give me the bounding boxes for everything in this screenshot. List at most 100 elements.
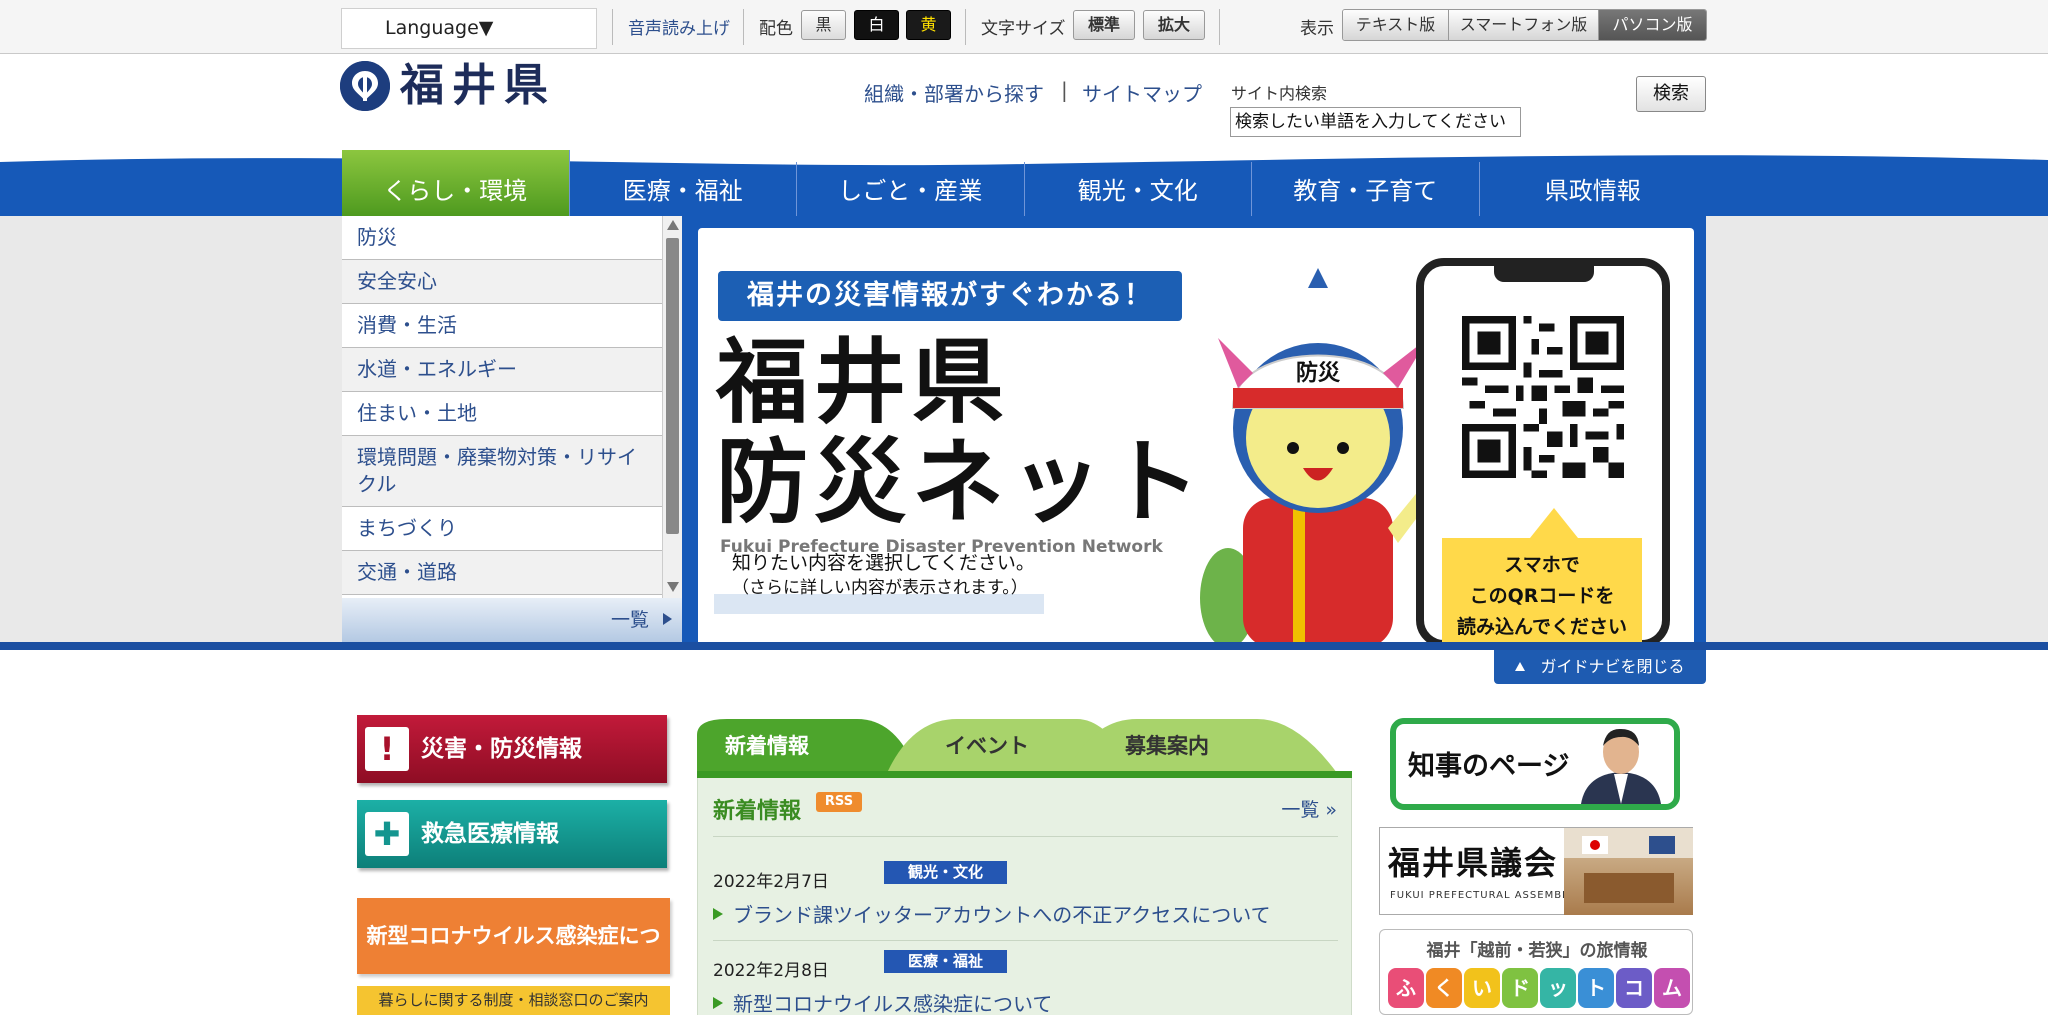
news-body: 新着情報 RSS 一覧 » 2022年2月7日 観光・文化 ブランド課ツイッター… [697, 778, 1352, 1015]
utility-bar: Language▼ 音声読み上げ 配色 黒 白 黄 文字サイズ 標準 拡大 表示… [0, 0, 2048, 54]
triangle-up-icon [1515, 662, 1526, 671]
site-search-label: サイト内検索 [1231, 84, 1328, 103]
divider [1219, 9, 1220, 45]
search-button[interactable]: 検索 [1636, 76, 1706, 112]
qr-code-icon [1462, 316, 1624, 478]
close-guide-navi-button[interactable]: ガイドナビを閉じる [1494, 650, 1706, 684]
scroll-thumb[interactable] [666, 238, 679, 534]
emergency-medical-button[interactable]: ✚ 救急医療情報 [357, 800, 667, 868]
nav-prefectural-info[interactable]: 県政情報 [1480, 162, 1707, 216]
link-separator: | [1061, 78, 1068, 102]
news-item-title: ブランド課ツイッターアカウントへの不正アクセスについて [733, 903, 1271, 927]
divider [743, 9, 744, 45]
read-aloud-link[interactable]: 音声読み上げ [628, 14, 730, 39]
category-item-consumer[interactable]: 消費・生活 [342, 304, 662, 348]
tour-logo-char: く [1426, 968, 1462, 1008]
news-category-tag: 医療・福祉 [884, 950, 1007, 973]
prefectural-assembly-banner[interactable]: 福井県議会 FUKUI PREFECTURAL ASSEMBLY [1379, 827, 1693, 915]
triangle-right-icon [663, 613, 672, 625]
category-item-housing[interactable]: 住まい・土地 [342, 392, 662, 436]
list-all-label: 一覧 [610, 609, 649, 631]
banner-pill: 福井の災害情報がすぐわかる！ [718, 271, 1182, 321]
news-panel: 新着情報 イベント 募集案内 新着情報 RSS 一覧 » 2022年2月7日 観… [697, 715, 1352, 1015]
font-normal-button[interactable]: 標準 [1073, 10, 1135, 40]
smartphone-version-button[interactable]: スマートフォン版 [1449, 10, 1599, 40]
tab-events[interactable]: イベント [917, 715, 1057, 773]
guide-bottom-rule [0, 642, 2048, 650]
banner-message-1: 知りたい内容を選択してください。 [732, 552, 1035, 574]
emergency-medical-label: 救急医療情報 [421, 821, 559, 847]
news-item-link[interactable]: ブランド課ツイッターアカウントへの不正アクセスについて [713, 899, 1271, 928]
category-item-town-planning[interactable]: まちづくり [342, 507, 662, 551]
phone-notch [1494, 264, 1594, 282]
display-mode-group: テキスト版 スマートフォン版 パソコン版 [1342, 9, 1707, 41]
qr-instruction-box: スマホで このQRコードを 読み込んでください [1442, 508, 1642, 642]
logo-text: 福井県 [400, 60, 556, 111]
qr-instruction-text: スマホで このQRコードを 読み込んでください [1456, 554, 1628, 638]
tour-logo-char: ド [1502, 968, 1538, 1008]
font-large-button[interactable]: 拡大 [1143, 10, 1205, 40]
divider [965, 9, 966, 45]
org-search-link[interactable]: 組織・部署から探す [864, 78, 1044, 107]
tab-recruitment[interactable]: 募集案内 [1092, 715, 1242, 773]
category-list-all-link[interactable]: 一覧 [342, 598, 682, 642]
nav-work-industry[interactable]: しごと・産業 [797, 162, 1025, 216]
callout-pointer [1530, 508, 1578, 538]
category-item-safety[interactable]: 安全安心 [342, 260, 662, 304]
nav-tourism-culture[interactable]: 観光・文化 [1025, 162, 1252, 216]
main-nav: くらし・環境 医療・福祉 しごと・産業 観光・文化 教育・子育て 県政情報 [342, 150, 1707, 216]
category-item-disaster[interactable]: 防災 [342, 216, 662, 260]
tour-logo-char: い [1464, 968, 1500, 1008]
banner-title-line2: 防災ネット [716, 429, 1207, 536]
language-select[interactable]: Language▼ [341, 8, 597, 49]
news-date: 2022年2月8日 [713, 961, 829, 981]
close-guide-navi-label: ガイドナビを閉じる [1540, 657, 1685, 676]
search-input[interactable]: 検索したい単語を入力してください [1230, 107, 1521, 137]
triangle-right-icon [713, 908, 723, 920]
page: Language▼ 音声読み上げ 配色 黒 白 黄 文字サイズ 標準 拡大 表示… [0, 0, 2048, 1015]
covid-support-banner[interactable]: 暮らしに関する制度・相談窓口のご案内 [357, 986, 670, 1015]
text-version-button[interactable]: テキスト版 [1343, 10, 1449, 40]
pc-version-button[interactable]: パソコン版 [1599, 10, 1706, 40]
medical-cross-icon: ✚ [365, 812, 409, 856]
sitemap-link[interactable]: サイトマップ [1082, 78, 1202, 107]
category-item-traffic[interactable]: 交通・道路 [342, 551, 662, 595]
disaster-info-label: 災害・防災情報 [421, 736, 582, 762]
disaster-net-banner[interactable]: 福井の災害情報がすぐわかる！ 福井県 防災ネット Fukui Prefectur… [698, 228, 1694, 642]
nav-living-environment[interactable]: くらし・環境 [342, 150, 570, 216]
assembly-subtitle: FUKUI PREFECTURAL ASSEMBLY [1390, 890, 1575, 901]
category-item-water-energy[interactable]: 水道・エネルギー [342, 348, 662, 392]
news-item-link[interactable]: 新型コロナウイルス感染症について [713, 988, 1052, 1015]
color-black-button[interactable]: 黒 [801, 10, 846, 40]
divider [612, 9, 613, 45]
governor-page-banner[interactable]: 知事のページ [1390, 718, 1680, 810]
disaster-info-button[interactable]: ! 災害・防災情報 [357, 715, 667, 783]
news-item-title: 新型コロナウイルス感染症について [733, 992, 1053, 1015]
fukui-emblem-icon [340, 61, 390, 111]
triangle-right-icon [713, 997, 723, 1009]
font-size-label: 文字サイズ [981, 19, 1066, 39]
color-yellow-button[interactable]: 黄 [906, 10, 951, 40]
rss-badge[interactable]: RSS [816, 792, 862, 812]
banner-title-line1: 福井県 [716, 329, 1011, 436]
nav-medical-welfare[interactable]: 医療・福祉 [570, 162, 797, 216]
site-logo[interactable]: 福井県 [340, 59, 558, 113]
color-white-button[interactable]: 白 [854, 10, 899, 40]
nav-education-childcare[interactable]: 教育・子育て [1252, 162, 1480, 216]
category-item-environment[interactable]: 環境問題・廃棄物対策・リサイクル [342, 436, 662, 507]
tour-logo-char: ト [1578, 968, 1614, 1008]
scroll-up-arrow-icon[interactable] [667, 220, 679, 230]
tab-new-info[interactable]: 新着情報 [697, 715, 837, 773]
governor-photo [1581, 728, 1661, 804]
covid-info-button[interactable]: 新型コロナウイルス感染症について [357, 898, 670, 1015]
tourism-info-banner[interactable]: 福井「越前・若狭」の旅情報 ふ く い ド ッ ト コ ム [1379, 929, 1693, 1015]
banner-message-2: （さらに詳しい内容が表示されます。） [732, 578, 1028, 598]
news-list-all-link[interactable]: 一覧 » [1281, 795, 1337, 822]
tour-logo-char: コ [1616, 968, 1652, 1008]
category-list: 防災 安全安心 消費・生活 水道・エネルギー 住まい・土地 環境問題・廃棄物対策… [342, 216, 662, 598]
category-scrollbar[interactable] [662, 216, 682, 598]
news-divider [713, 836, 1338, 837]
tour-logo-char: ッ [1540, 968, 1576, 1008]
scroll-down-arrow-icon[interactable] [667, 582, 679, 592]
color-label: 配色 [759, 19, 793, 39]
